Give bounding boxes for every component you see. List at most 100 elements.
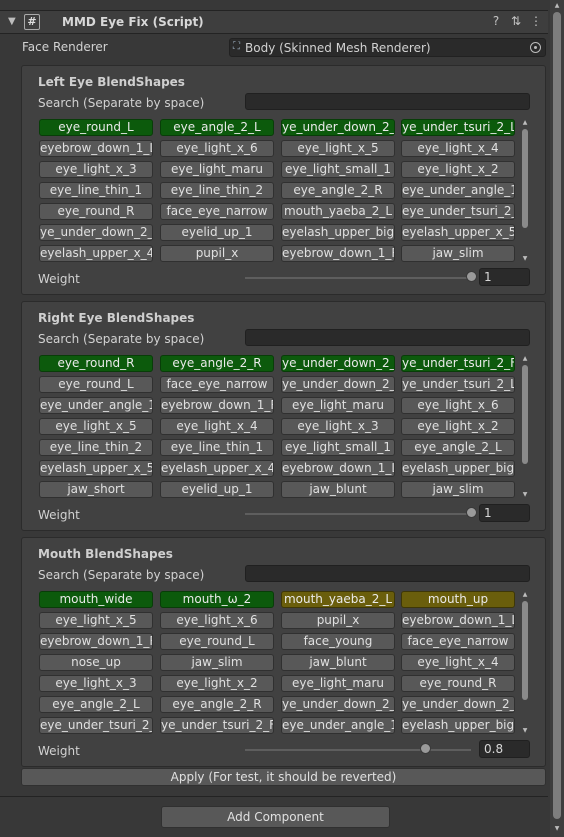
inspector-scrollbar[interactable]: ▲ ▼ [550, 0, 564, 837]
blendshape-button[interactable]: eyelash_upper_big [281, 224, 395, 241]
blendshape-button[interactable]: eyelash_upper_big [401, 460, 515, 477]
blendshape-button[interactable]: eye_light_x_2 [160, 675, 274, 692]
blendshape-button[interactable]: mouth_wide [39, 591, 153, 608]
blendshape-button[interactable]: face_eye_narrow [401, 633, 515, 650]
blendshape-button[interactable]: mouth_up [401, 591, 515, 608]
face-renderer-field[interactable]: ⛶ Body (Skinned Mesh Renderer) [229, 38, 546, 57]
blendshape-button[interactable]: eye_angle_2_L [401, 439, 515, 456]
blendshape-button[interactable]: jaw_slim [401, 481, 515, 498]
blendshape-button[interactable]: eye_light_small_1 [281, 439, 395, 456]
blendshape-button[interactable]: nose_up [39, 654, 153, 671]
blendshape-button[interactable]: eyelash_upper_big [401, 717, 515, 734]
blendshape-button[interactable]: jaw_short [39, 481, 153, 498]
apply-button[interactable]: Apply (For test, it should be reverted) [21, 768, 546, 786]
grid-scrollbar[interactable]: ▲ ▼ [521, 355, 529, 499]
blendshape-button[interactable]: eye_light_x_6 [160, 612, 274, 629]
weight-slider-knob[interactable] [420, 743, 432, 754]
weight-slider-track[interactable] [245, 749, 471, 751]
blendshape-button[interactable]: ye_under_tsuri_2_L [401, 119, 515, 136]
blendshape-button[interactable]: eye_under_tsuri_2_L [39, 717, 153, 734]
blendshape-button[interactable]: eye_light_x_3 [39, 161, 153, 178]
blendshape-button[interactable]: eyelid_up_1 [160, 224, 274, 241]
blendshape-button[interactable]: eye_round_L [39, 119, 153, 136]
blendshape-button[interactable]: eye_light_x_6 [160, 140, 274, 157]
blendshape-button[interactable]: eye_under_angle_1 [401, 182, 515, 199]
blendshape-button[interactable]: pupil_x [160, 245, 274, 262]
weight-slider-track[interactable] [245, 513, 471, 515]
scrollbar-thumb[interactable] [522, 129, 528, 228]
blendshape-button[interactable]: jaw_slim [401, 245, 515, 262]
blendshape-button[interactable]: eye_under_angle_1 [281, 717, 395, 734]
weight-slider-track[interactable] [245, 277, 471, 279]
blendshape-button[interactable]: eye_angle_2_R [160, 696, 274, 713]
scroll-down-icon[interactable]: ▼ [553, 825, 561, 833]
blendshape-button[interactable]: eye_round_R [39, 203, 153, 220]
blendshape-button[interactable]: face_young [281, 633, 395, 650]
blendshape-button[interactable]: eyebrow_down_1_L [281, 460, 395, 477]
scroll-down-icon[interactable]: ▼ [521, 491, 529, 499]
blendshape-button[interactable]: eye_light_x_4 [401, 654, 515, 671]
search-input[interactable] [245, 93, 530, 110]
blendshape-button[interactable]: eyebrow_down_1_L [39, 140, 153, 157]
search-input[interactable] [245, 329, 530, 346]
blendshape-button[interactable]: eye_round_R [401, 675, 515, 692]
weight-slider-knob[interactable] [465, 271, 477, 282]
help-icon[interactable]: ? [489, 14, 503, 28]
blendshape-button[interactable]: ye_under_tsuri_2_F [160, 717, 274, 734]
blendshape-button[interactable]: eye_light_small_1 [281, 161, 395, 178]
scroll-down-icon[interactable]: ▼ [521, 255, 529, 263]
weight-value-field[interactable]: 0.8 [479, 740, 530, 758]
blendshape-button[interactable]: eyelash_upper_x_5 [401, 224, 515, 241]
blendshape-button[interactable]: pupil_x [281, 612, 395, 629]
blendshape-button[interactable]: eye_line_thin_2 [160, 182, 274, 199]
blendshape-button[interactable]: eye_line_thin_1 [160, 439, 274, 456]
weight-value-field[interactable]: 1 [479, 268, 530, 286]
menu-icon[interactable]: ⋮ [529, 14, 543, 28]
scrollbar-thumb[interactable] [553, 12, 561, 819]
preset-icon[interactable]: ⇅ [509, 14, 523, 28]
blendshape-button[interactable]: ye_under_down_2_ [281, 696, 395, 713]
blendshape-button[interactable]: ye_under_down_2_ [281, 119, 395, 136]
blendshape-button[interactable]: eye_round_R [39, 355, 153, 372]
blendshape-button[interactable]: eye_light_x_4 [160, 418, 274, 435]
blendshape-button[interactable]: eye_light_maru [281, 675, 395, 692]
blendshape-button[interactable]: eyelash_upper_x_4 [39, 245, 153, 262]
blendshape-button[interactable]: eyelash_upper_x_5 [39, 460, 153, 477]
blendshape-button[interactable]: eye_light_x_5 [281, 140, 395, 157]
blendshape-button[interactable]: eye_line_thin_2 [39, 439, 153, 456]
scroll-up-icon[interactable]: ▲ [521, 355, 529, 363]
blendshape-button[interactable]: eye_under_tsuri_2_F [401, 203, 515, 220]
scroll-up-icon[interactable]: ▲ [521, 119, 529, 127]
blendshape-button[interactable]: eye_under_angle_1 [39, 397, 153, 414]
blendshape-button[interactable]: ye_under_down_2_ [281, 376, 395, 393]
grid-scrollbar[interactable]: ▲ ▼ [521, 119, 529, 263]
blendshape-button[interactable]: eye_angle_2_R [160, 355, 274, 372]
blendshape-button[interactable]: mouth_yaeba_2_L [281, 591, 395, 608]
blendshape-button[interactable]: eye_angle_2_L [39, 696, 153, 713]
blendshape-button[interactable]: eyelash_upper_x_4 [160, 460, 274, 477]
blendshape-button[interactable]: eye_light_x_2 [401, 161, 515, 178]
blendshape-button[interactable]: jaw_blunt [281, 481, 395, 498]
blendshape-button[interactable]: face_eye_narrow [160, 203, 274, 220]
object-picker-icon[interactable] [530, 42, 541, 53]
blendshape-button[interactable]: jaw_slim [160, 654, 274, 671]
blendshape-button[interactable]: ye_under_down_2_l [401, 696, 515, 713]
scroll-up-icon[interactable]: ▲ [553, 2, 561, 10]
blendshape-button[interactable]: eyebrow_down_1_L [401, 612, 515, 629]
blendshape-button[interactable]: eyebrow_down_1_R [281, 245, 395, 262]
blendshape-button[interactable]: face_eye_narrow [160, 376, 274, 393]
blendshape-button[interactable]: eye_light_x_3 [39, 675, 153, 692]
blendshape-button[interactable]: eye_round_L [39, 376, 153, 393]
blendshape-button[interactable]: eye_angle_2_L [160, 119, 274, 136]
weight-value-field[interactable]: 1 [479, 504, 530, 522]
scrollbar-thumb[interactable] [522, 365, 528, 464]
blendshape-button[interactable]: eye_round_L [160, 633, 274, 650]
blendshape-button[interactable]: jaw_blunt [281, 654, 395, 671]
blendshape-button[interactable]: ye_under_down_2_l [281, 355, 395, 372]
blendshape-button[interactable]: ye_under_tsuri_2_L [401, 376, 515, 393]
blendshape-button[interactable]: eye_light_x_6 [401, 397, 515, 414]
blendshape-button[interactable]: eyebrow_down_1_R [160, 397, 274, 414]
blendshape-button[interactable]: eyelid_up_1 [160, 481, 274, 498]
fold-triangle-icon[interactable]: ▼ [8, 16, 16, 27]
blendshape-button[interactable]: ye_under_tsuri_2_F [401, 355, 515, 372]
